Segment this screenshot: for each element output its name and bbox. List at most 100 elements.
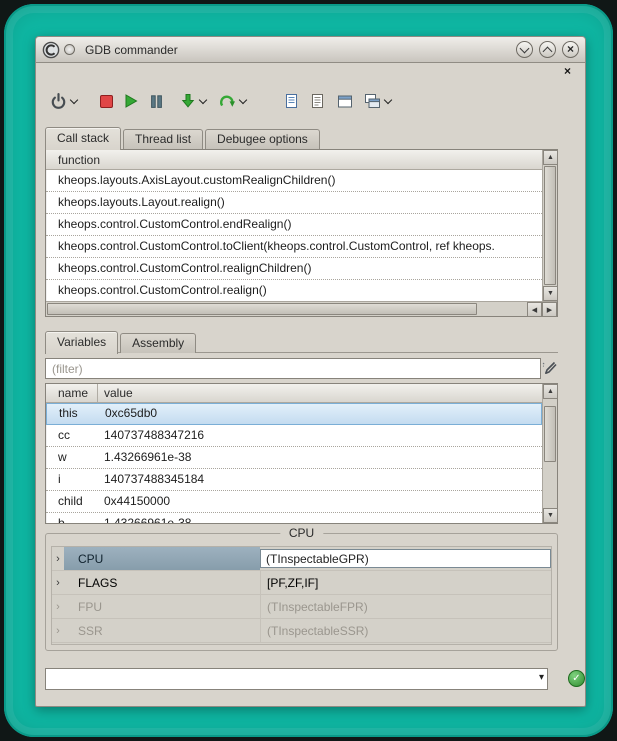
call-stack-panel: function kheops.layouts.AxisLayout.custo… — [45, 149, 558, 317]
windows-menu-button[interactable] — [364, 93, 391, 109]
cpu-row-name: FLAGS — [64, 571, 260, 594]
call-stack-row[interactable]: kheops.control.CustomControl.realign() — [46, 280, 542, 301]
vertical-scrollbar[interactable]: ▲ ▼ — [542, 150, 557, 301]
step-into-button[interactable] — [180, 93, 206, 109]
minimize-button[interactable] — [516, 41, 533, 58]
variable-row[interactable]: cc 140737488347216 — [46, 425, 542, 447]
column-header-name[interactable]: name — [46, 384, 98, 402]
scroll-down-button[interactable]: ▼ — [543, 286, 558, 301]
call-stack-row[interactable]: kheops.layouts.AxisLayout.customRealignC… — [46, 170, 542, 192]
cpu-value-editor[interactable]: (TInspectableGPR) — [260, 549, 551, 568]
execute-button[interactable]: ✓ — [568, 670, 585, 687]
scrollbar-thumb[interactable] — [544, 406, 556, 462]
window-view-button[interactable] — [337, 94, 353, 109]
variable-value: 140737488345184 — [98, 469, 204, 490]
titlebar[interactable]: GDB commander × — [36, 37, 585, 63]
command-input[interactable] — [48, 671, 529, 687]
expander-icon[interactable]: › — [52, 577, 64, 589]
column-header-function[interactable]: function — [46, 150, 100, 169]
expander-icon[interactable]: › — [52, 625, 64, 637]
tab-assembly[interactable]: Assembly — [120, 333, 196, 353]
scroll-left-button[interactable]: ◀ — [527, 302, 542, 317]
tab-call-stack[interactable]: Call stack — [45, 127, 121, 150]
variable-value: 1.43266961e-38 — [98, 447, 191, 468]
variable-name: w — [46, 447, 98, 468]
run-button[interactable] — [123, 93, 139, 109]
close-button[interactable]: × — [562, 41, 579, 58]
teal-frame: GDB commander × × — [4, 4, 613, 737]
dropdown-chevron-icon — [384, 96, 392, 104]
panel-close-button[interactable]: × — [564, 64, 571, 78]
gdb-commander-window: GDB commander × × — [35, 36, 586, 707]
cpu-row[interactable]: › SSR (TInspectableSSR) — [52, 619, 551, 643]
call-stack-row[interactable]: kheops.control.CustomControl.toClient(kh… — [46, 236, 542, 258]
filter-row — [45, 358, 558, 379]
source-document-button[interactable] — [284, 93, 299, 109]
variables-panel: name value this 0xc65db0 cc 140737488347… — [45, 383, 558, 524]
scroll-right-button[interactable]: ▶ — [542, 302, 557, 317]
check-icon: ✓ — [572, 673, 580, 684]
combobox-dropdown-icon[interactable]: ▾ — [539, 672, 544, 683]
cpu-row-name: FPU — [64, 595, 260, 618]
dropdown-chevron-icon — [199, 96, 207, 104]
variable-row[interactable]: i 140737488345184 — [46, 469, 542, 491]
filter-clear-button[interactable] — [540, 359, 558, 377]
cpu-groupbox: CPU › CPU (TInspectableGPR) › FLAGS [PF,… — [45, 533, 558, 651]
variable-row[interactable]: b 1.43266961e-38 — [46, 513, 542, 523]
document-icon — [284, 93, 299, 109]
maximize-button[interactable] — [539, 41, 556, 58]
vertical-scrollbar[interactable]: ▲ ▼ — [542, 384, 557, 523]
variables-list: this 0xc65db0 cc 140737488347216 w 1.432… — [46, 403, 542, 523]
scroll-up-button[interactable]: ▲ — [543, 384, 558, 399]
play-icon — [123, 93, 139, 109]
dropdown-chevron-icon — [70, 96, 78, 104]
column-header-value[interactable]: value — [98, 384, 542, 402]
cpu-row-name: CPU — [64, 547, 260, 570]
variable-name: child — [46, 491, 98, 512]
desktop-background: GDB commander × × — [0, 0, 617, 741]
scrollbar-thumb[interactable] — [544, 166, 556, 285]
dock-panel-bar: × — [36, 63, 585, 79]
cpu-row-value: [PF,ZF,IF] — [260, 571, 551, 594]
cpu-row[interactable]: › FLAGS [PF,ZF,IF] — [52, 571, 551, 595]
scrollbar-thumb[interactable] — [47, 303, 477, 315]
cpu-row[interactable]: › CPU (TInspectableGPR) — [52, 547, 551, 571]
tab-thread-list[interactable]: Thread list — [123, 129, 203, 149]
expander-icon[interactable]: › — [52, 553, 64, 565]
step-over-button[interactable] — [219, 93, 246, 109]
dropdown-chevron-icon — [239, 96, 247, 104]
filter-input[interactable] — [45, 358, 541, 379]
window-icon — [337, 94, 353, 109]
tab-variables[interactable]: Variables — [45, 331, 118, 354]
scroll-down-button[interactable]: ▼ — [543, 508, 558, 523]
app-icon — [42, 41, 60, 59]
command-combobox[interactable]: ▾ — [45, 668, 548, 690]
variable-row[interactable]: w 1.43266961e-38 — [46, 447, 542, 469]
call-stack-row[interactable]: kheops.layouts.Layout.realign() — [46, 192, 542, 214]
call-stack-header: function — [46, 150, 542, 170]
step-into-icon — [180, 93, 196, 109]
stop-button[interactable] — [99, 94, 114, 109]
app-badge-icon — [64, 44, 75, 55]
scroll-up-button[interactable]: ▲ — [543, 150, 558, 165]
callstack-tabbar: Call stack Thread list Debugee options — [45, 126, 322, 149]
windows-icon — [364, 93, 381, 109]
pause-button[interactable] — [149, 94, 164, 109]
variable-name: cc — [46, 425, 98, 446]
variable-row[interactable]: child 0x44150000 — [46, 491, 542, 513]
list-document-button[interactable] — [310, 93, 325, 109]
cpu-row-name: SSR — [64, 619, 260, 642]
power-button[interactable] — [50, 93, 77, 110]
variable-value: 1.43266961e-38 — [98, 513, 191, 523]
variable-row[interactable]: this 0xc65db0 — [46, 403, 542, 425]
variables-header: name value — [46, 384, 542, 403]
tab-debugee-options[interactable]: Debugee options — [205, 129, 320, 149]
expander-icon[interactable]: › — [52, 601, 64, 613]
cpu-groupbox-title: CPU — [280, 526, 323, 540]
horizontal-scrollbar[interactable]: ◀ ▶ — [46, 301, 557, 316]
cpu-row[interactable]: › FPU (TInspectableFPR) — [52, 595, 551, 619]
call-stack-row[interactable]: kheops.control.CustomControl.realignChil… — [46, 258, 542, 280]
variable-name: b — [46, 513, 98, 523]
call-stack-row[interactable]: kheops.control.CustomControl.endRealign(… — [46, 214, 542, 236]
cpu-row-value: (TInspectableSSR) — [260, 619, 551, 642]
